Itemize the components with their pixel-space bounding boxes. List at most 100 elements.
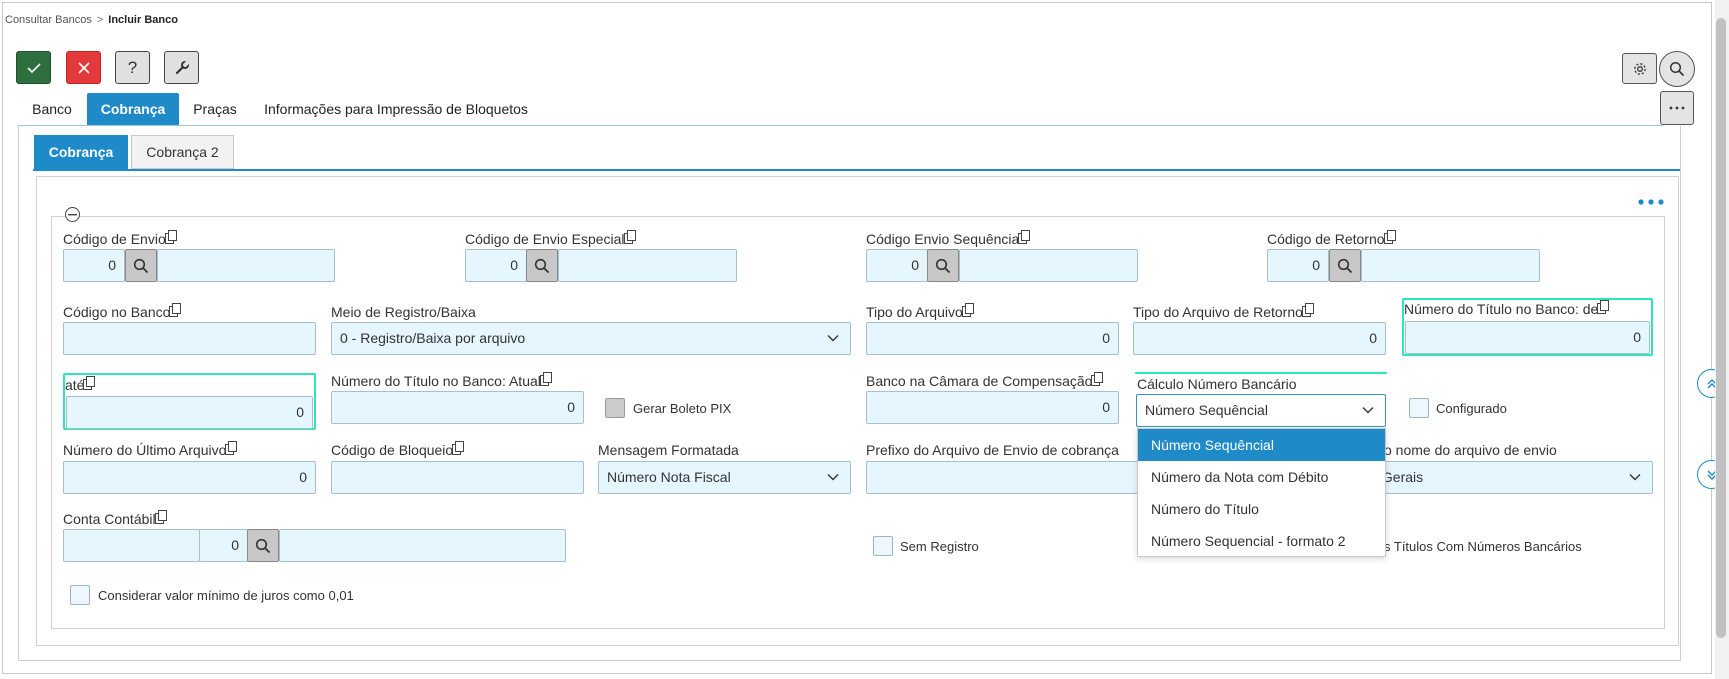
numero-ultimo-arquivo-label: Número do Último Arquivo <box>63 441 238 458</box>
close-icon <box>77 61 90 74</box>
prefixo-arquivo-label: Prefixo do Arquivo de Envio de cobrança <box>866 442 1119 458</box>
subtab-cobranca[interactable]: Cobrança <box>34 135 128 169</box>
ate-input[interactable]: 0 <box>66 396 313 429</box>
copy-icon[interactable] <box>1021 230 1031 241</box>
panel-options-button[interactable] <box>1638 192 1664 210</box>
sem-registro-checkbox[interactable] <box>873 536 893 556</box>
settings-button[interactable] <box>1622 53 1657 84</box>
copy-icon[interactable] <box>1094 372 1104 383</box>
codigo-envio-especial-input[interactable]: 0 <box>465 249 527 282</box>
tools-button[interactable] <box>164 51 199 84</box>
gerar-boleto-pix-checkbox[interactable] <box>605 398 625 418</box>
ellipsis-icon <box>1669 106 1685 110</box>
conta-contabil-input[interactable]: 0 <box>199 529 248 562</box>
titulos-numeros-label: s Títulos Com Números Bancários <box>1384 539 1582 554</box>
breadcrumb-parent-link[interactable]: Consultar Bancos <box>5 14 92 26</box>
copy-icon[interactable] <box>172 303 182 314</box>
subtab-cobranca-2-label: Cobrança 2 <box>146 144 219 160</box>
conta-contabil-code-input[interactable] <box>63 529 200 562</box>
help-button[interactable]: ? <box>115 51 150 84</box>
meio-registro-value: 0 - Registro/Baixa por arquivo <box>340 330 526 346</box>
more-options-button[interactable] <box>1660 91 1694 125</box>
codigo-envio-description[interactable] <box>157 249 335 282</box>
nome-arquivo-envio-select[interactable]: s Gerais <box>1370 461 1653 494</box>
codigo-envio-sequencia-input[interactable]: 0 <box>866 249 928 282</box>
chevron-down-icon <box>1362 407 1374 414</box>
prefixo-arquivo-input[interactable] <box>866 461 1138 494</box>
tab-banco[interactable]: Banco <box>26 93 78 125</box>
subtab-cobranca-2[interactable]: Cobrança 2 <box>131 135 234 169</box>
codigo-envio-sequencia-label: Código Envio Sequência <box>866 230 1031 247</box>
tab-pracas-label: Praças <box>193 101 237 117</box>
copy-icon[interactable] <box>157 510 167 521</box>
copy-icon[interactable] <box>964 303 974 314</box>
codigo-banco-input[interactable] <box>63 322 316 355</box>
banco-camara-label: Banco na Câmara de Compensação <box>866 372 1104 389</box>
codigo-retorno-search-button[interactable] <box>1329 249 1361 282</box>
tab-informacoes-bloquetos[interactable]: Informações para Impressão de Bloquetos <box>256 93 536 125</box>
dropdown-option[interactable]: Número da Nota com Débito <box>1138 461 1385 493</box>
numero-titulo-atual-input[interactable]: 0 <box>331 391 584 424</box>
numero-titulo-de-input[interactable]: 0 <box>1405 321 1650 354</box>
codigo-envio-especial-search-button[interactable] <box>526 249 558 282</box>
numero-titulo-atual-label: Número do Título no Banco: Atual <box>331 372 552 389</box>
calculo-numero-select[interactable]: Número Sequêncial <box>1136 394 1386 427</box>
codigo-bloqueio-input[interactable] <box>331 461 584 494</box>
tipo-arquivo-input[interactable]: 0 <box>866 322 1119 355</box>
considerar-juros-checkbox[interactable] <box>70 585 90 605</box>
codigo-envio-especial-description[interactable] <box>558 249 737 282</box>
conta-contabil-search-button[interactable] <box>247 529 279 562</box>
codigo-bloqueio-label: Código de Bloqueio <box>331 441 465 458</box>
codigo-retorno-input[interactable]: 0 <box>1267 249 1329 282</box>
scrollbar-thumb[interactable] <box>1716 18 1726 638</box>
dropdown-option[interactable]: Número Sequencial - formato 2 <box>1138 525 1385 557</box>
copy-icon[interactable] <box>1600 300 1610 311</box>
banco-camara-input[interactable]: 0 <box>866 391 1119 424</box>
chevron-down-icon <box>827 474 839 481</box>
breadcrumb-separator: > <box>96 14 104 26</box>
copy-icon[interactable] <box>626 230 636 241</box>
conta-contabil-description[interactable] <box>279 529 566 562</box>
codigo-envio-especial-label: Código de Envio Especial <box>465 230 636 247</box>
confirm-button[interactable] <box>16 51 51 84</box>
codigo-envio-sequencia-description[interactable] <box>959 249 1138 282</box>
tipo-arquivo-retorno-label: Tipo do Arquivo de Retorno <box>1133 303 1314 320</box>
tab-informacoes-label: Informações para Impressão de Bloquetos <box>264 101 528 117</box>
mensagem-formatada-select[interactable]: Número Nota Fiscal <box>598 461 851 494</box>
configurado-checkbox[interactable] <box>1409 398 1429 418</box>
subtabs-divider <box>33 169 1680 171</box>
ellipsis-icon <box>1638 199 1664 205</box>
copy-icon[interactable] <box>1304 303 1314 314</box>
dropdown-option[interactable]: Número Sequêncial <box>1138 429 1385 461</box>
mensagem-formatada-value: Número Nota Fiscal <box>607 469 731 485</box>
codigo-envio-input[interactable]: 0 <box>63 249 125 282</box>
mensagem-formatada-label: Mensagem Formatada <box>598 442 739 458</box>
copy-icon[interactable] <box>1386 230 1396 241</box>
ate-label: até <box>65 376 96 393</box>
copy-icon[interactable] <box>228 441 238 452</box>
copy-icon[interactable] <box>455 441 465 452</box>
collapse-group-button[interactable] <box>65 207 80 222</box>
tipo-arquivo-retorno-input[interactable]: 0 <box>1133 322 1386 355</box>
copy-icon[interactable] <box>86 376 96 387</box>
search-icon <box>1337 258 1353 273</box>
meio-registro-label: Meio de Registro/Baixa <box>331 304 476 320</box>
codigo-envio-label: Código de Envio <box>63 230 177 247</box>
codigo-retorno-description[interactable] <box>1361 249 1540 282</box>
codigo-banco-label: Código no Banco <box>63 303 182 320</box>
subtab-cobranca-label: Cobrança <box>48 144 114 160</box>
search-button[interactable] <box>1659 51 1695 87</box>
tab-cobranca[interactable]: Cobrança <box>87 93 179 125</box>
copy-icon[interactable] <box>167 230 177 241</box>
codigo-retorno-label: Código de Retorno <box>1267 230 1396 247</box>
meio-registro-select[interactable]: 0 - Registro/Baixa por arquivo <box>331 322 851 355</box>
cancel-button[interactable] <box>66 51 101 84</box>
tab-pracas[interactable]: Praças <box>187 93 243 125</box>
help-label: ? <box>127 57 138 77</box>
codigo-envio-search-button[interactable] <box>125 249 157 282</box>
dropdown-option[interactable]: Número do Título <box>1138 493 1385 525</box>
configurado-label: Configurado <box>1436 401 1507 416</box>
numero-ultimo-arquivo-input[interactable]: 0 <box>63 461 316 494</box>
codigo-envio-sequencia-search-button[interactable] <box>927 249 959 282</box>
copy-icon[interactable] <box>542 372 552 383</box>
